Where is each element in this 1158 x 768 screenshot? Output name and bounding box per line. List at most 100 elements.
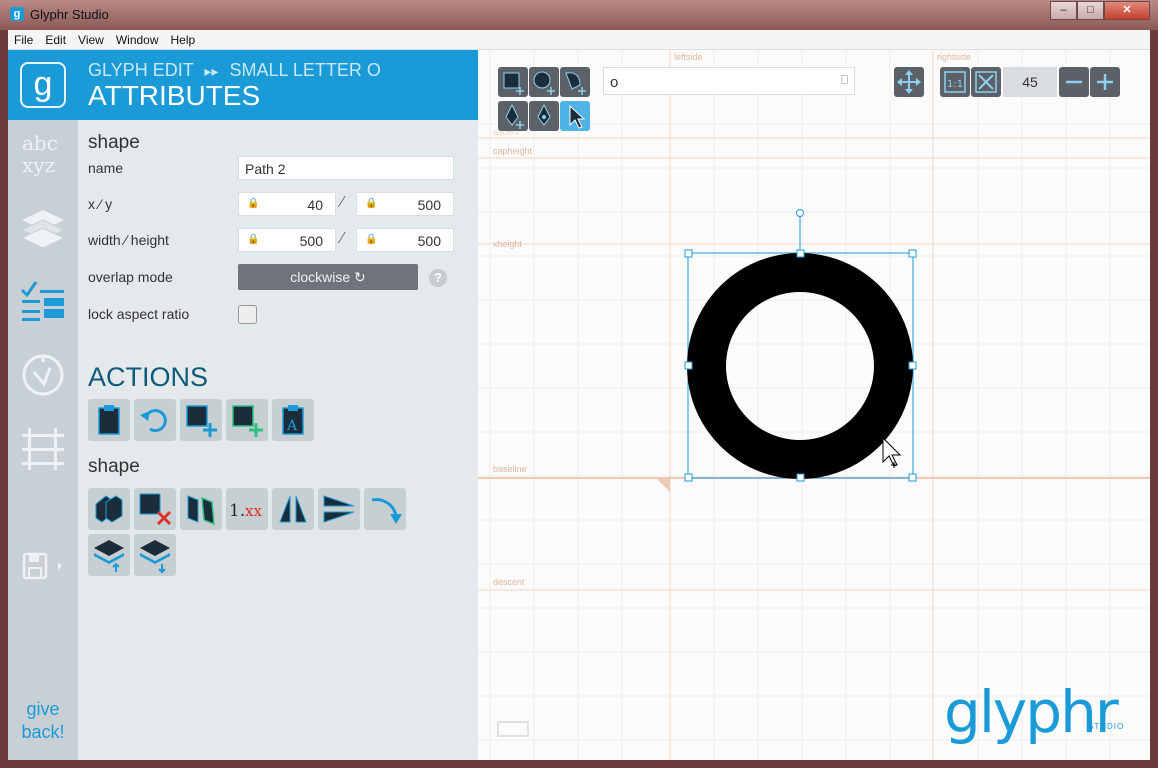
- menu-window[interactable]: Window: [110, 33, 165, 47]
- panel-header: GLYPH EDIT ▸▸ SMALL LETTER O ATTRIBUTES: [78, 50, 478, 120]
- guide-xheight: xheight: [493, 239, 523, 249]
- round-values-button[interactable]: 1. xx: [226, 488, 268, 530]
- reverse-winding-button[interactable]: [180, 488, 222, 530]
- nav-layers-icon[interactable]: [20, 204, 66, 254]
- app-area: g abc xyz give back! GLYPH EDIT ▸▸ SMALL…: [8, 50, 1150, 760]
- zoom-fit-button[interactable]: [971, 67, 1001, 97]
- breadcrumb-separator-icon: ▸▸: [204, 63, 219, 79]
- minimize-button[interactable]: –: [1050, 1, 1077, 20]
- lock-icon[interactable]: 🔒: [247, 198, 259, 209]
- svg-text:1.: 1.: [229, 501, 245, 521]
- paste-from-glyph-button[interactable]: A: [272, 399, 314, 441]
- nav-guides-icon[interactable]: [20, 352, 66, 402]
- flip-horizontal-button[interactable]: [272, 488, 314, 530]
- nav-main-menu-button[interactable]: g: [8, 50, 78, 120]
- menu-file[interactable]: File: [8, 33, 39, 47]
- zoom-out-button[interactable]: [1059, 67, 1089, 97]
- add-component-icon: [232, 405, 263, 437]
- edit-canvas[interactable]: leftside rightside ascent capheight xhei…: [478, 50, 1150, 760]
- actions-heading: ACTIONS: [88, 362, 209, 392]
- guide-capheight: capheight: [493, 146, 533, 156]
- add-shape-button[interactable]: [180, 399, 222, 441]
- svg-text:xx: xx: [245, 502, 262, 520]
- minus-icon: [1066, 80, 1082, 84]
- glyphr-studio-logo: glyphr: [944, 678, 1119, 746]
- svg-text:1:1: 1:1: [947, 79, 963, 90]
- lock-icon[interactable]: 🔒: [365, 234, 377, 245]
- glyph-preview-input[interactable]: o: [603, 67, 855, 95]
- flip-vertical-button[interactable]: [318, 488, 360, 530]
- flip-vertical-icon: [323, 495, 355, 523]
- reverse-winding-icon: [187, 495, 215, 526]
- new-path-tool[interactable]: [560, 67, 590, 97]
- shape-heading: shape: [88, 132, 140, 153]
- breadcrumb-parent[interactable]: GLYPH EDIT: [88, 60, 193, 80]
- zoom-in-button[interactable]: [1090, 67, 1120, 97]
- guide-leftside: leftside: [674, 52, 703, 62]
- app-icon: g: [10, 7, 24, 21]
- nav-chooser-icon[interactable]: abc xyz: [20, 130, 66, 180]
- lock-aspect-label: lock aspect ratio: [88, 306, 190, 322]
- wh-label: width ∕ height: [88, 232, 169, 248]
- nav-attributes-icon[interactable]: [20, 278, 66, 328]
- width-input[interactable]: 🔒 500: [238, 228, 336, 252]
- pen-tool[interactable]: [498, 101, 528, 131]
- xy-label: x ∕ y: [88, 196, 113, 212]
- menu-help[interactable]: Help: [165, 33, 202, 47]
- new-oval-tool[interactable]: [529, 67, 559, 97]
- overlap-mode-button[interactable]: clockwise ↻: [238, 264, 418, 290]
- rotate-icon: [371, 498, 402, 524]
- move-up-layer-button[interactable]: [88, 534, 130, 576]
- give-back-link[interactable]: give back!: [14, 698, 72, 744]
- overlap-label: overlap mode: [88, 269, 173, 285]
- new-rectangle-tool[interactable]: [498, 67, 528, 97]
- cursor-icon: [882, 436, 902, 468]
- undo-button[interactable]: [134, 399, 176, 441]
- paste-button[interactable]: [88, 399, 130, 441]
- lock-aspect-checkbox[interactable]: [238, 305, 257, 324]
- layer-down-icon: [140, 540, 170, 574]
- x-input[interactable]: 🔒 40: [238, 192, 336, 216]
- help-icon[interactable]: ?: [429, 269, 447, 287]
- menu-view[interactable]: View: [72, 33, 110, 47]
- rotate-button[interactable]: [364, 488, 406, 530]
- close-button[interactable]: ✕: [1104, 1, 1150, 20]
- move-down-layer-button[interactable]: [134, 534, 176, 576]
- lock-icon[interactable]: 🔒: [247, 234, 259, 245]
- guide-rightside: rightside: [937, 52, 972, 62]
- breadcrumb: GLYPH EDIT ▸▸ SMALL LETTER O: [88, 60, 381, 81]
- copy-shape-button[interactable]: [88, 488, 130, 530]
- guide-descent: descent: [493, 577, 525, 587]
- name-input[interactable]: Path 2: [238, 156, 454, 180]
- add-component-button[interactable]: [226, 399, 268, 441]
- zoom-level[interactable]: 45: [1003, 67, 1057, 97]
- path-icon: [565, 72, 586, 95]
- xy-separator: ∕: [341, 194, 344, 211]
- lock-icon[interactable]: 🔒: [365, 198, 377, 209]
- guide-baseline: baseline: [493, 464, 527, 474]
- nav-save-icon[interactable]: [22, 550, 68, 600]
- y-input[interactable]: 🔒 500: [356, 192, 454, 216]
- pen-edit-tool[interactable]: [529, 101, 559, 131]
- move-arrows-icon: [897, 70, 921, 94]
- svg-text:abc: abc: [22, 131, 58, 155]
- maximize-button[interactable]: □: [1077, 1, 1104, 20]
- shape-actions-heading: shape: [88, 456, 140, 477]
- pointer-tool[interactable]: [560, 101, 590, 131]
- copy-icon: [95, 495, 123, 523]
- nav-iconbar: g abc xyz give back!: [8, 50, 78, 760]
- pan-tool[interactable]: [894, 67, 924, 97]
- delete-shape-button[interactable]: [134, 488, 176, 530]
- undo-icon: [140, 409, 167, 433]
- nav-grid-icon[interactable]: [20, 426, 66, 476]
- menu-edit[interactable]: Edit: [39, 33, 72, 47]
- height-input[interactable]: 🔒 500: [356, 228, 454, 252]
- plus-icon: [1097, 74, 1113, 90]
- zoom-actual-button[interactable]: 1:1: [940, 67, 970, 97]
- window-titlebar: g Glyphr Studio – □ ✕: [0, 0, 1158, 30]
- zoom-fit-icon: [975, 71, 997, 93]
- round-icon: 1. xx: [229, 501, 262, 521]
- glyphr-studio-logo-sub: STUDIO: [1088, 722, 1125, 731]
- rotate-handle: [796, 209, 804, 217]
- flip-horizontal-icon: [279, 495, 307, 523]
